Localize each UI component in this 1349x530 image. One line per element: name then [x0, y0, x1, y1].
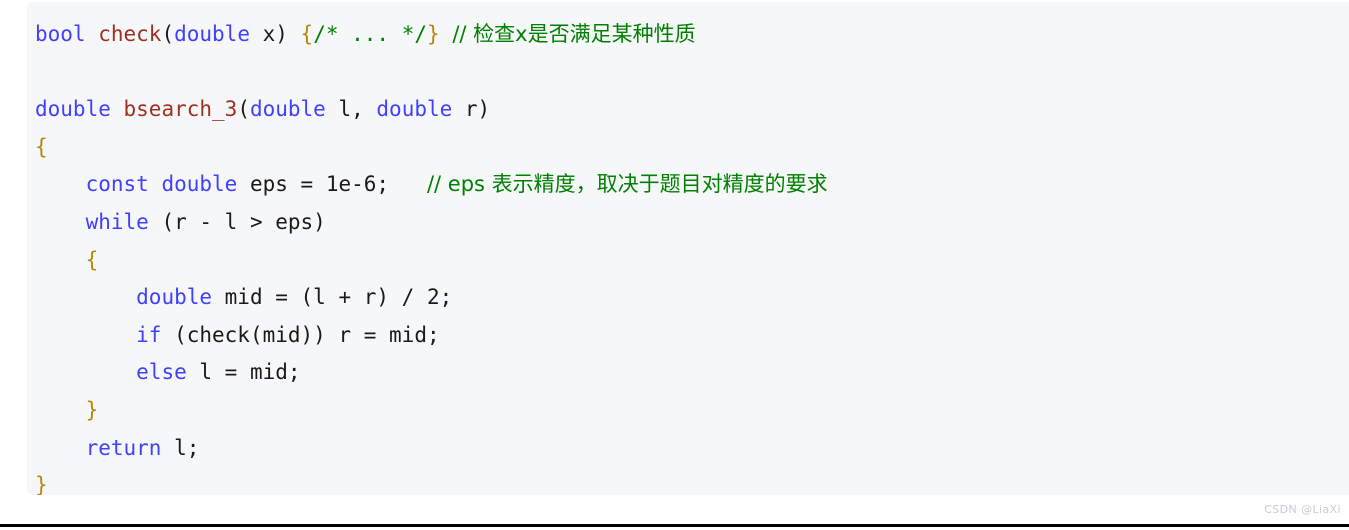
code-token-kw: double [35, 97, 111, 122]
code-token-kw: bool [35, 22, 86, 46]
code-token-punct: ( [161, 22, 175, 46]
code-token-plain: l; [161, 435, 200, 460]
code-token-kw: double [376, 97, 453, 122]
code-token-punct: ( [237, 97, 250, 122]
code-token-brace: } [35, 473, 48, 495]
csdn-watermark: CSDN @LiaXi [1264, 503, 1341, 516]
code-token-cmt: // eps 表示精度，取决于题目对精度的要求 [426, 172, 828, 197]
code-content[interactable]: bool check(double x) {/* ... */} // 检查x是… [27, 2, 1349, 495]
code-token-kw: const [85, 172, 149, 197]
code-token-cmt: // 检查x是否满足某种性质 [452, 22, 696, 46]
code-token-fn: check [98, 22, 162, 46]
code-token-plain: mid = (l + r) / 2; [212, 285, 453, 310]
code-token-cmt: /* ... */ [313, 22, 427, 46]
article-body: bool check(double x) {/* ... */} // 检查x是… [0, 0, 1349, 530]
code-token-kw: return [85, 435, 162, 460]
code-line: if (check(mid)) r = mid; [27, 317, 1349, 355]
code-token-kw: double [161, 172, 238, 197]
code-token-plain: eps = 1e-6; [237, 172, 427, 197]
code-token-plain: (r - l > eps) [148, 209, 326, 234]
code-token-plain: l, [325, 97, 377, 122]
code-line: bool check(double x) {/* ... */} // 检查x是… [27, 16, 1349, 54]
code-line: double mid = (l + r) / 2; [27, 279, 1349, 317]
code-line: } [27, 467, 1349, 495]
code-token-kw: while [85, 209, 149, 234]
code-line: while (r - l > eps) [27, 204, 1349, 242]
code-token-kw: double [136, 285, 213, 310]
code-token-brace: { [85, 247, 99, 272]
code-token-plain: (check(mid)) r = mid; [161, 322, 440, 347]
code-line: return l; [27, 430, 1349, 468]
code-line: { [27, 129, 1349, 167]
code-token-kw: double [174, 22, 250, 46]
bottom-divider [0, 524, 1349, 527]
code-line: } [27, 392, 1349, 430]
code-token-fn: bsearch_3 [123, 97, 238, 122]
code-token-plain: r) [452, 97, 491, 122]
code-line: double bsearch_3(double l, double r) [27, 91, 1349, 129]
code-block[interactable]: bool check(double x) {/* ... */} // 检查x是… [27, 2, 1349, 495]
code-token-kw: double [249, 97, 326, 122]
code-token-plain: x) [249, 22, 301, 46]
code-token-brace: } [427, 22, 440, 46]
code-line: const double eps = 1e-6; // eps 表示精度，取决于… [27, 166, 1349, 204]
code-token-kw: if [136, 322, 162, 347]
code-token-brace: { [35, 134, 48, 159]
code-token-brace: { [300, 22, 314, 46]
code-token-brace: } [85, 397, 99, 422]
code-line: { [27, 242, 1349, 280]
code-token-kw: else [136, 360, 187, 385]
code-line: else l = mid; [27, 354, 1349, 392]
code-token-plain: l = mid; [186, 360, 301, 385]
